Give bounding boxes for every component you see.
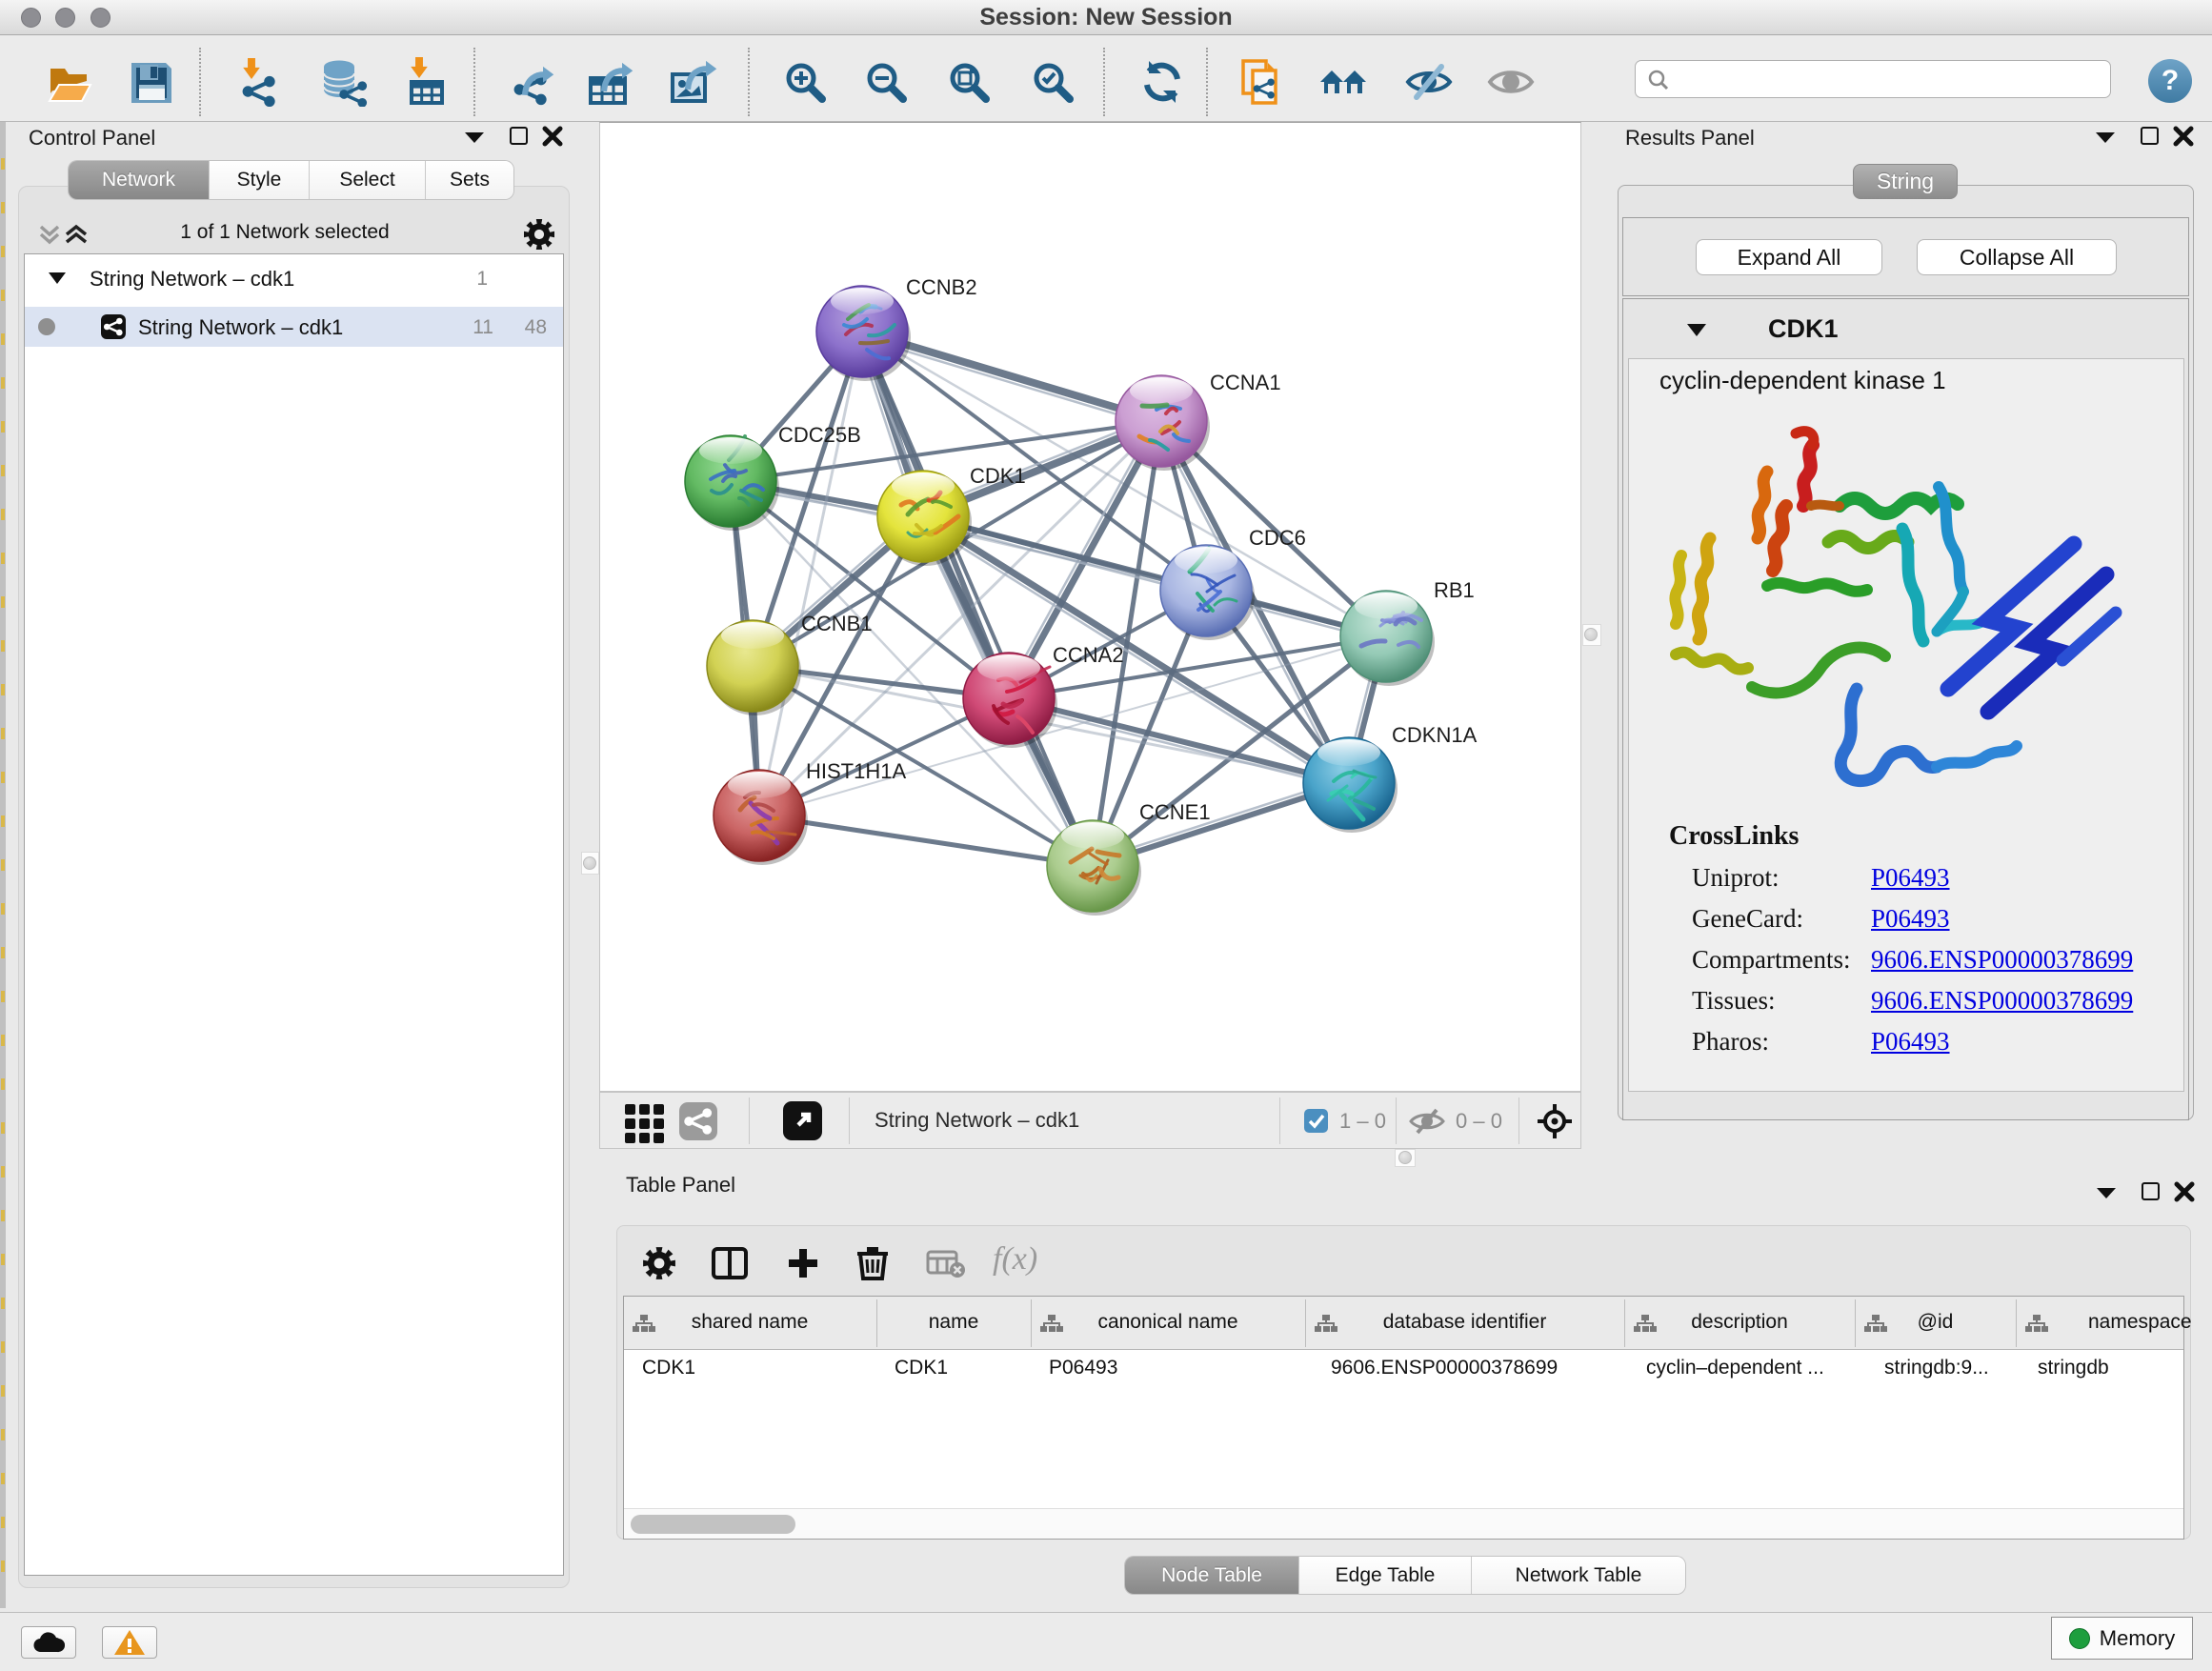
svg-text:CDC6: CDC6 bbox=[1249, 526, 1306, 550]
svg-text:CCNB1: CCNB1 bbox=[801, 612, 873, 635]
svg-text:CDK1: CDK1 bbox=[970, 464, 1026, 488]
svg-text:CDKN1A: CDKN1A bbox=[1392, 723, 1478, 747]
svg-text:CCNE1: CCNE1 bbox=[1139, 800, 1211, 824]
svg-text:CCNA1: CCNA1 bbox=[1210, 371, 1281, 394]
svg-text:RB1: RB1 bbox=[1434, 578, 1475, 602]
svg-text:CCNB2: CCNB2 bbox=[906, 275, 977, 299]
svg-text:CDC25B: CDC25B bbox=[778, 423, 861, 447]
svg-text:CCNA2: CCNA2 bbox=[1053, 643, 1124, 667]
svg-text:HIST1H1A: HIST1H1A bbox=[806, 759, 906, 783]
